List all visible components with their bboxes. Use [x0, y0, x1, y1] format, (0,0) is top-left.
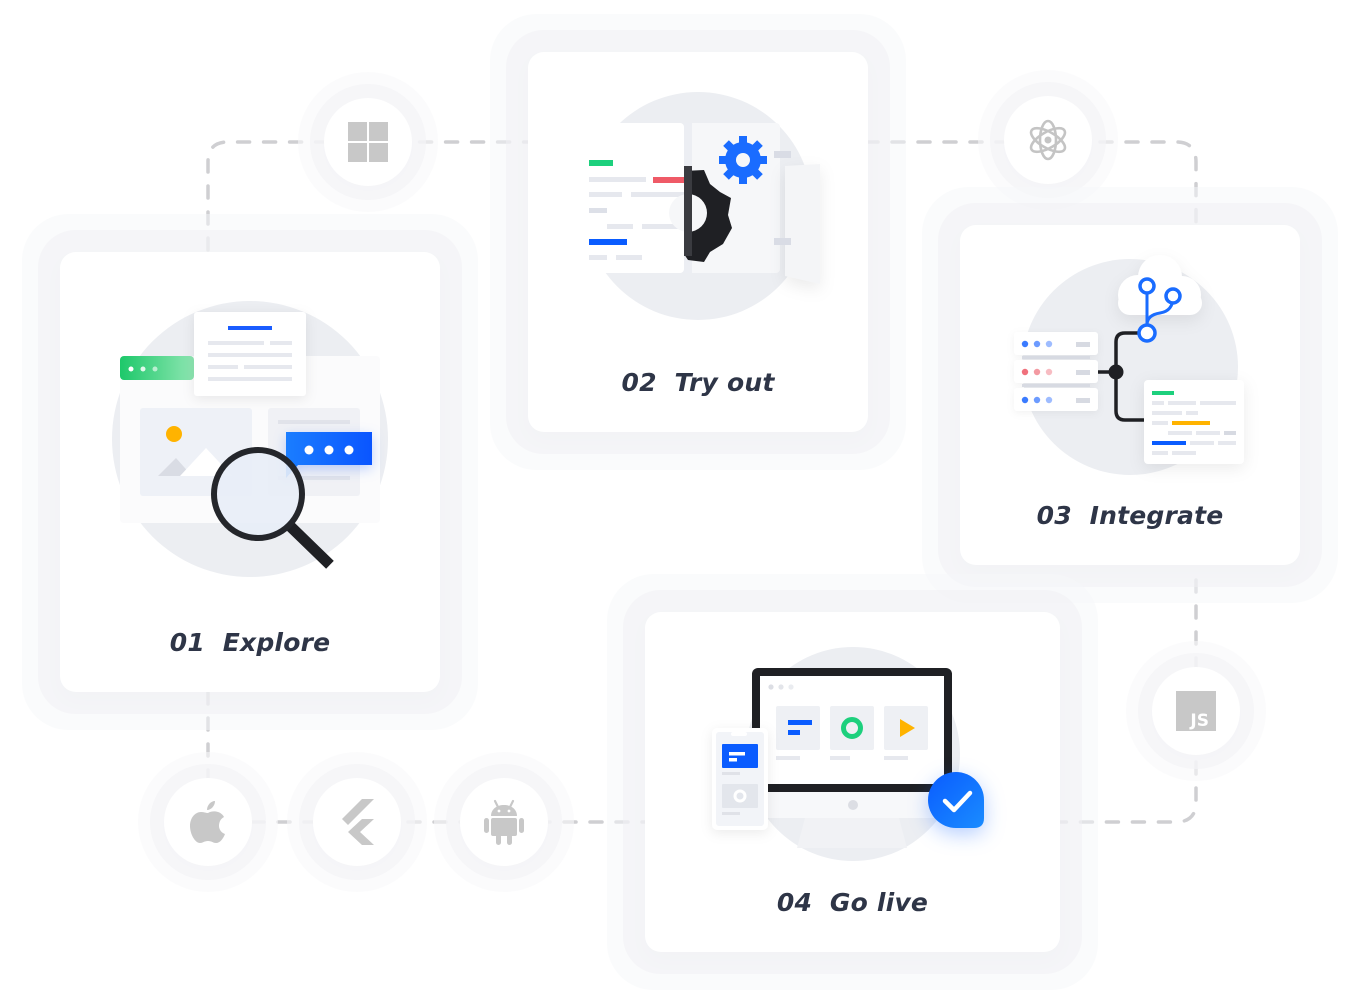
flutter-icon [342, 799, 374, 845]
step-label-explore: 01 Explore [169, 628, 331, 657]
apple-icon [190, 801, 225, 843]
svg-text:JS: JS [1189, 711, 1209, 731]
platform-node-android[interactable] [460, 778, 548, 866]
windows-icon [348, 122, 388, 162]
electron-icon [1029, 119, 1067, 161]
platform-node-electron[interactable] [1004, 96, 1092, 184]
android-icon [484, 799, 524, 845]
javascript-icon: JS [1176, 691, 1216, 731]
step-card-go-live[interactable]: 04 Go live [645, 612, 1060, 952]
step-card-integrate[interactable]: 03 Integrate [960, 225, 1300, 565]
platform-node-apple[interactable] [164, 778, 252, 866]
platform-node-javascript[interactable]: JS [1152, 667, 1240, 755]
step-label-integrate: 03 Integrate [1036, 501, 1224, 530]
explore-illustration [112, 301, 388, 577]
step-label-go-live: 04 Go live [776, 888, 929, 917]
step-card-explore[interactable]: 01 Explore [60, 252, 440, 692]
platform-node-flutter[interactable] [313, 778, 401, 866]
step-card-try-out[interactable]: 02 Try out [528, 52, 868, 432]
step-label-try-out: 02 Try out [621, 368, 775, 397]
platform-node-windows[interactable] [324, 98, 412, 186]
